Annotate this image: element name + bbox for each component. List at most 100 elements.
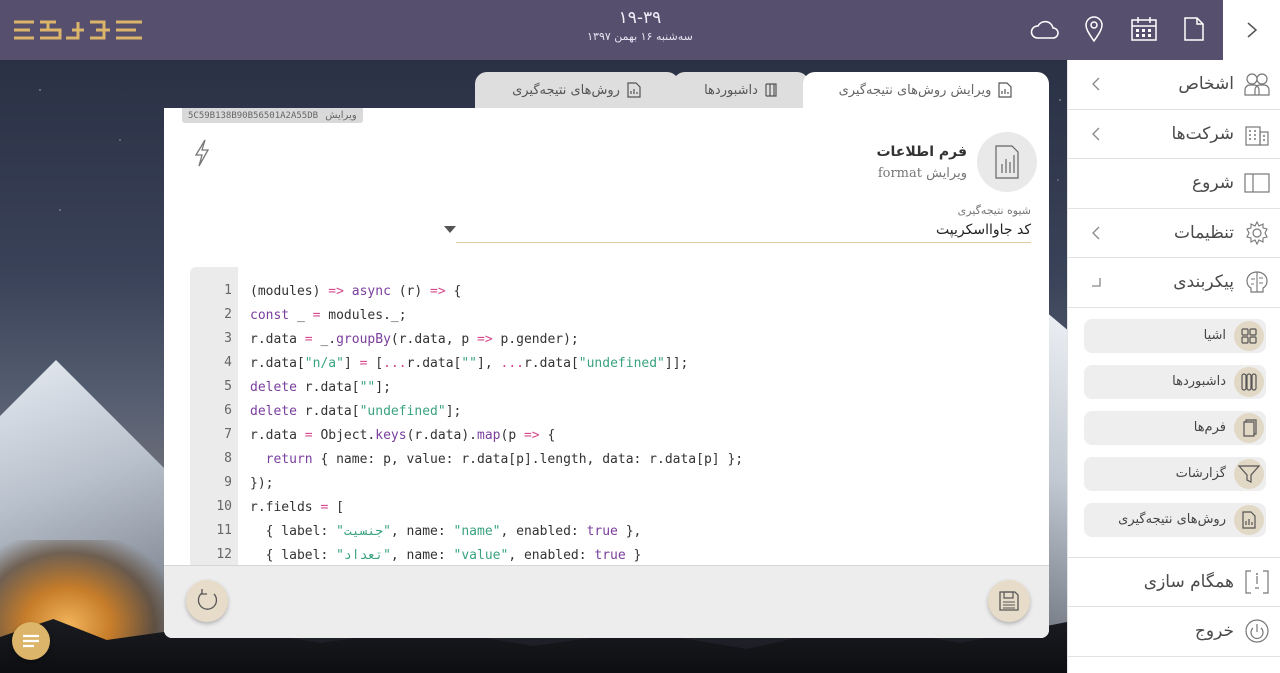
tab-label: ویرایش روش‌های نتیجه‌گیری bbox=[838, 82, 992, 98]
sidebar-subitem-label: فرم‌ها bbox=[1193, 420, 1226, 435]
sidebar-item-settings[interactable]: تنظیمات bbox=[1068, 209, 1280, 258]
sync-icon bbox=[1242, 567, 1272, 597]
sidebar-subitem-reports[interactable]: گزارشات bbox=[1084, 456, 1266, 491]
line-number: 3 bbox=[224, 331, 232, 346]
sidebar-item-sync[interactable]: همگام سازی bbox=[1068, 558, 1280, 607]
dashboard-icon bbox=[764, 82, 778, 98]
top-bar: ۱۹-۳۹ سه‌شنبه ۱۶ بهمن ۱۳۹۷ bbox=[0, 0, 1223, 60]
version-badge: ویرایش 5C59B138B90B56501A2A55DB bbox=[182, 108, 363, 123]
sidebar-subitem-conclusion-methods[interactable]: روش‌های نتیجه‌گیری bbox=[1084, 502, 1266, 537]
tab-dashboards[interactable]: داشبوردها bbox=[673, 72, 809, 108]
line-number: 9 bbox=[224, 475, 232, 490]
chevron-left-icon bbox=[1086, 124, 1106, 144]
form-header: فرم اطلاعات ویرایش format bbox=[876, 132, 1037, 192]
clock-date: سه‌شنبه ۱۶ بهمن ۱۳۹۷ bbox=[587, 30, 693, 43]
code-line: { label: "جنسیت", name: "name", enabled:… bbox=[250, 524, 642, 539]
line-gutter: 1 2 3 4 5 6 7 8 9 10 11 12 bbox=[190, 267, 238, 565]
refresh-button[interactable] bbox=[186, 580, 228, 622]
code-line: }); bbox=[250, 476, 274, 491]
chevron-left-icon bbox=[1086, 223, 1106, 243]
gear-icon bbox=[1242, 218, 1272, 248]
cloud-icon[interactable] bbox=[1029, 14, 1059, 44]
save-button[interactable] bbox=[988, 580, 1030, 622]
code-line: r.data = Object.keys(r.data).map(p => { bbox=[250, 428, 556, 443]
save-icon bbox=[999, 591, 1019, 611]
tab-label: روش‌های نتیجه‌گیری bbox=[512, 82, 620, 98]
report-icon bbox=[626, 81, 642, 99]
sidebar-item-label: پیکربندی bbox=[1173, 272, 1234, 293]
refresh-icon bbox=[197, 589, 218, 610]
chevron-right-icon bbox=[1247, 22, 1257, 38]
code-line: r.data["n/a"] = [...r.data[""], ...r.dat… bbox=[250, 356, 689, 371]
code-line: return { name: p, value: r.data[p].lengt… bbox=[265, 452, 744, 467]
panel-footer bbox=[164, 565, 1049, 638]
line-number: 7 bbox=[224, 427, 232, 442]
line-number: 5 bbox=[224, 379, 232, 394]
sidebar-subitem-forms[interactable]: فرم‌ها bbox=[1084, 410, 1266, 445]
clock: ۱۹-۳۹ سه‌شنبه ۱۶ بهمن ۱۳۹۷ bbox=[540, 8, 740, 43]
conclusion-method-select[interactable]: کد جاوااسکریپت bbox=[444, 217, 1031, 243]
tab-bar: ویرایش روش‌های نتیجه‌گیری داشبوردها روش‌… bbox=[473, 72, 1049, 108]
report-icon bbox=[995, 145, 1019, 179]
sidebar-item-label: تنظیمات bbox=[1174, 222, 1234, 243]
line-number: 1 bbox=[224, 283, 232, 298]
grid-icon bbox=[1234, 320, 1264, 351]
clock-time: ۱۹-۳۹ bbox=[618, 8, 662, 28]
form-title: فرم اطلاعات bbox=[876, 143, 967, 160]
sidebar-item-label: شرکت‌ها bbox=[1171, 123, 1234, 144]
version-label: ویرایش bbox=[325, 110, 357, 121]
code-line: delete r.data[""]; bbox=[250, 380, 391, 395]
code-line: (modules) => async (r) => { bbox=[250, 284, 462, 299]
code-editor[interactable]: 1 2 3 4 5 6 7 8 9 10 11 12 (modules) => … bbox=[190, 267, 1031, 565]
brain-icon bbox=[1242, 267, 1272, 297]
sidebar-item-configuration[interactable]: پیکربندی bbox=[1068, 258, 1280, 308]
sidebar-subitem-label: گزارشات bbox=[1175, 466, 1226, 481]
sidebar-collapse-button[interactable] bbox=[1223, 0, 1280, 60]
form-subtitle: ویرایش format bbox=[877, 165, 967, 181]
power-icon bbox=[1242, 616, 1272, 646]
dashboard-icon bbox=[1234, 366, 1264, 397]
line-number: 12 bbox=[216, 547, 232, 562]
tab-edit-conclusion-methods[interactable]: ویرایش روش‌های نتیجه‌گیری bbox=[803, 72, 1049, 108]
line-number: 8 bbox=[224, 451, 232, 466]
report-icon bbox=[1234, 504, 1264, 535]
sidebar-item-people[interactable]: اشخاص bbox=[1068, 60, 1280, 110]
code-line: delete r.data["undefined"]; bbox=[250, 404, 462, 419]
sidebar-item-label: شروع bbox=[1192, 173, 1234, 194]
sidebar-item-companies[interactable]: شرکت‌ها bbox=[1068, 110, 1280, 159]
code-line: const _ = modules._; bbox=[250, 308, 407, 323]
calendar-icon[interactable] bbox=[1129, 14, 1159, 44]
location-pin-icon[interactable] bbox=[1079, 14, 1109, 44]
tab-label: داشبوردها bbox=[704, 82, 758, 98]
configuration-submenu: اشیا داشبوردها فرم‌ها گزارشات روش‌های نت… bbox=[1068, 308, 1280, 558]
caret-down-icon bbox=[444, 226, 456, 233]
line-number: 10 bbox=[216, 499, 232, 514]
floating-menu-button[interactable] bbox=[12, 622, 50, 660]
sidebar-item-logout[interactable]: خروج bbox=[1068, 607, 1280, 657]
lightning-icon[interactable] bbox=[192, 138, 212, 168]
edit-panel: ویرایش 5C59B138B90B56501A2A55DB فرم اطلا… bbox=[164, 108, 1049, 638]
line-number: 2 bbox=[224, 307, 232, 322]
conclusion-method-field: شیوه نتیجه‌گیری کد جاوااسکریپت bbox=[444, 204, 1031, 243]
sidebar-subitem-label: داشبوردها bbox=[1172, 374, 1226, 389]
field-label: شیوه نتیجه‌گیری bbox=[957, 204, 1031, 217]
filter-icon bbox=[1234, 458, 1264, 489]
top-icons bbox=[1029, 14, 1209, 44]
building-icon bbox=[1242, 119, 1272, 149]
code-line: r.data = _.groupBy(r.data, p => p.gender… bbox=[250, 332, 579, 347]
line-number: 4 bbox=[224, 355, 232, 370]
tab-conclusion-methods[interactable]: روش‌های نتیجه‌گیری bbox=[475, 72, 679, 108]
forms-icon bbox=[1234, 412, 1264, 443]
sidebar-subitem-label: اشیا bbox=[1203, 328, 1226, 343]
menu-icon bbox=[23, 634, 39, 648]
document-icon[interactable] bbox=[1179, 14, 1209, 44]
chevron-left-icon bbox=[1086, 74, 1106, 94]
version-hash: 5C59B138B90B56501A2A55DB bbox=[188, 111, 319, 121]
report-edit-icon bbox=[997, 81, 1013, 99]
form-avatar bbox=[977, 132, 1037, 192]
line-number: 11 bbox=[216, 523, 232, 538]
sidebar-subitem-dashboards[interactable]: داشبوردها bbox=[1084, 364, 1266, 399]
sidebar-item-start[interactable]: شروع bbox=[1068, 159, 1280, 209]
sidebar-subitem-objects[interactable]: اشیا bbox=[1084, 318, 1266, 353]
sidebar-subitem-label: روش‌های نتیجه‌گیری bbox=[1118, 512, 1226, 527]
